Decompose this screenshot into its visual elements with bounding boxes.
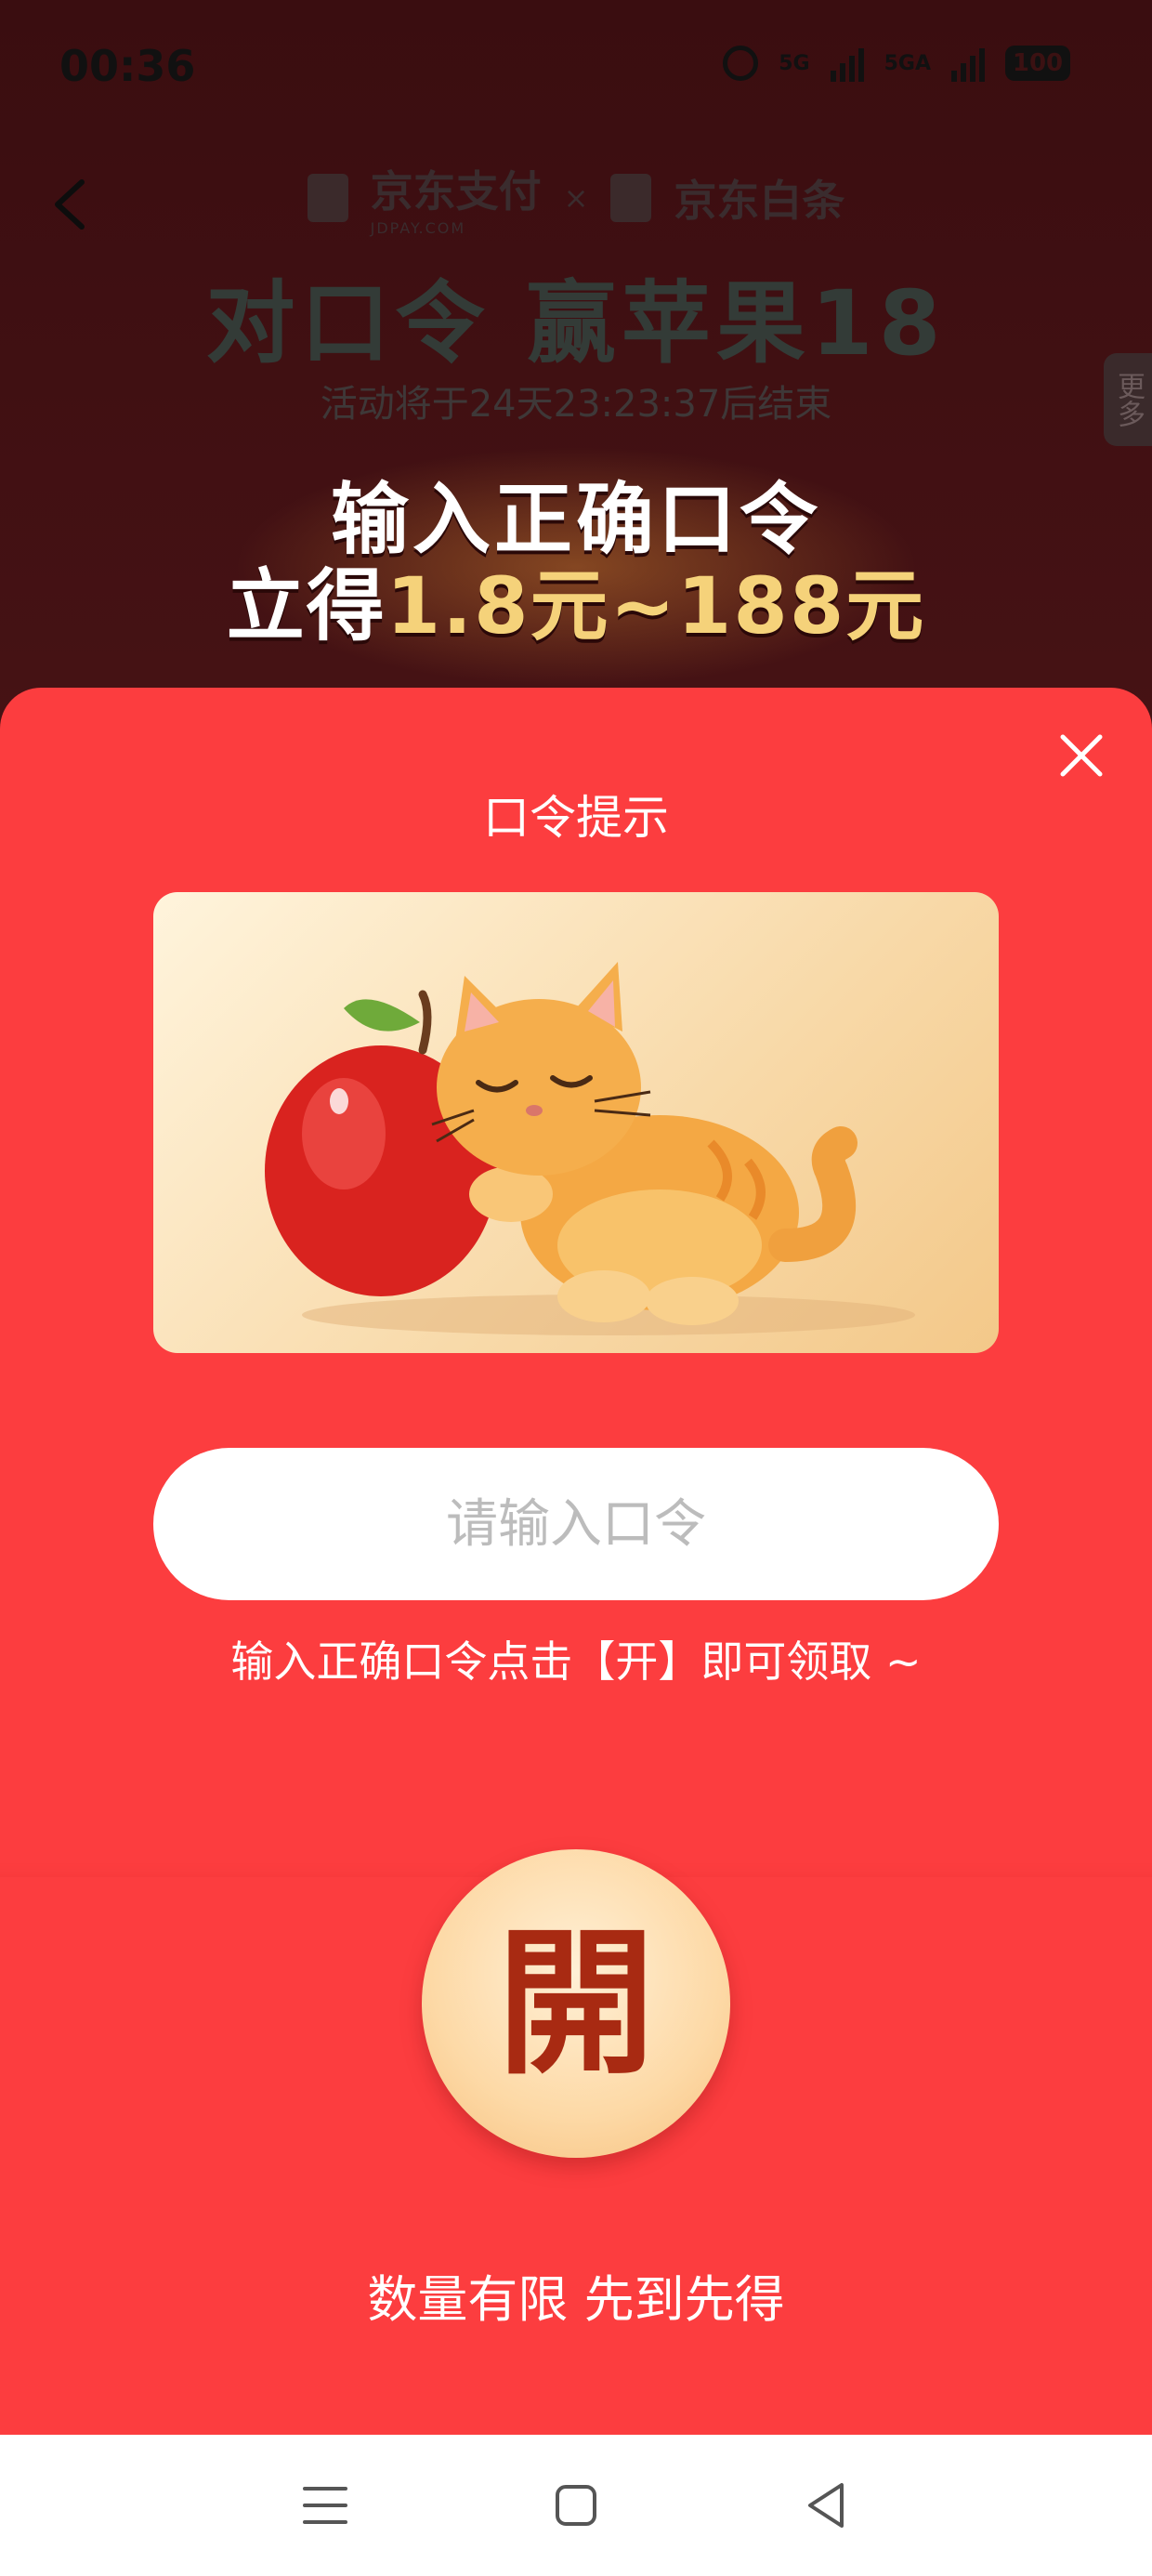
status-bar: 00:36 5G 5GA 100	[0, 0, 1152, 139]
home-square-icon	[556, 2485, 596, 2526]
open-button[interactable]: 開	[422, 1849, 730, 2158]
battery-icon: 100	[1005, 46, 1070, 81]
battery-level: 100	[1012, 49, 1064, 77]
open-button-label: 開	[496, 1911, 655, 2096]
activity-title: 对口令 赢苹果18	[205, 271, 947, 375]
signal-icon-2	[951, 45, 985, 82]
limited-quantity-note: 数量有限 先到先得	[367, 2270, 785, 2329]
back-triangle-icon	[808, 2483, 844, 2528]
apple-cat-illustration	[265, 962, 915, 1335]
system-nav-bar	[0, 2435, 1152, 2576]
network-5g-label: 5G	[779, 51, 810, 75]
menu-icon	[303, 2487, 347, 2524]
nav-menu-button[interactable]	[293, 2473, 358, 2538]
status-time: 00:36	[59, 41, 196, 91]
baitiao-logo-icon	[610, 173, 652, 222]
activity-countdown: 活动将于24天23:23:37后结束	[320, 383, 832, 426]
status-icons: 5G 5GA 100	[723, 45, 1070, 82]
nav-back-button[interactable]	[794, 2473, 859, 2538]
brand-left-text: 京东支付	[370, 166, 542, 217]
close-button[interactable]	[1055, 729, 1107, 782]
password-input[interactable]	[153, 1448, 999, 1600]
jdpay-logo-icon	[307, 173, 348, 222]
brand-separator: ×	[563, 179, 589, 216]
instruction-tip: 输入正确口令点击【开】即可领取 ~	[230, 1636, 922, 1687]
hint-image	[153, 892, 999, 1353]
promo-prefix: 立得	[226, 560, 386, 651]
more-side-tab[interactable]: 更多	[1104, 353, 1152, 446]
password-popup: 口令提示 请输入口令 输入正确口令点击【开】即可领取 ~ 開 数量有限 先到先得	[0, 688, 1152, 2435]
brand-right-text: 京东白条	[674, 175, 845, 226]
alarm-icon	[723, 46, 759, 81]
close-icon	[1060, 734, 1103, 777]
network-5ga-label: 5GA	[884, 51, 931, 75]
promo-amount: 1.8元~188元	[386, 560, 926, 651]
brand-row: 京东支付 JDPAY.COM × 京东白条	[0, 158, 1152, 237]
brand-left-sub: JDPAY.COM	[370, 219, 466, 237]
promo-line-2: 立得1.8元~188元	[0, 544, 1152, 656]
popup-title: 口令提示	[483, 791, 669, 845]
brand-left: 京东支付 JDPAY.COM	[371, 158, 542, 237]
nav-home-button[interactable]	[543, 2473, 609, 2538]
signal-icon	[830, 45, 864, 82]
